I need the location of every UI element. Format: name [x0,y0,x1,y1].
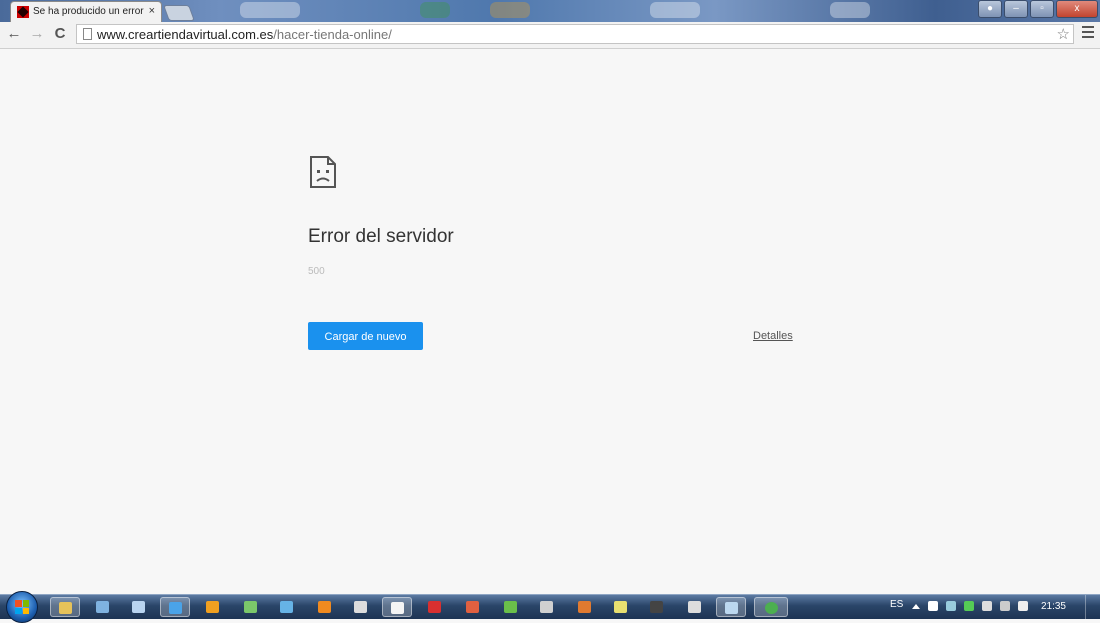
computer-icon [132,601,145,613]
tab-title: Se ha producido un error [33,6,144,17]
archive-7z-icon [688,601,701,613]
taskbar-app-button[interactable] [198,597,228,617]
taskbar-app-button[interactable] [570,597,600,617]
utorrent-icon [504,601,517,613]
url-path: /hacer-tienda-online/ [273,27,392,42]
window-app-icon [280,601,293,613]
explorer-icon [59,602,72,614]
reload-button[interactable]: Cargar de nuevo [308,322,423,350]
internet-explorer-icon [169,602,182,614]
security-icon[interactable] [964,601,974,611]
taskbar-app-button[interactable] [754,597,788,617]
sad-page-icon [310,156,336,188]
url-host: www.creartiendavirtual.com.es [97,27,274,42]
camera-app-icon [650,601,663,613]
chart-app-icon [244,601,257,613]
start-button[interactable] [6,591,38,623]
windows-logo-icon [15,600,29,614]
action-center-flag-icon[interactable] [928,601,938,611]
power-icon[interactable] [982,601,992,611]
flame-app-icon [318,601,331,613]
magnet-app-icon [466,601,479,613]
taskbar-app-button[interactable] [642,597,672,617]
taskbar-app-button[interactable] [272,597,302,617]
maximize-button[interactable]: ▫ [1030,0,1054,18]
paw-app-icon [578,601,591,613]
media-player-icon [206,601,219,613]
chrome-icon [765,602,778,614]
error-title: Error del servidor [308,226,454,247]
back-arrow-icon[interactable]: ← [5,25,23,43]
close-window-button[interactable]: x [1056,0,1098,18]
taskbar-app-button[interactable] [236,597,266,617]
taskbar-app-button[interactable] [382,597,412,617]
network-signal-icon[interactable] [1000,601,1010,611]
browser-toolbar: ← → C www.creartiendavirtual.com.es/hace… [0,22,1100,49]
bookmark-star-icon[interactable]: ☆ [1057,25,1070,43]
taskbar-app-button[interactable] [160,597,190,617]
error-page: Error del servidor 500 Cargar de nuevo D… [0,49,1100,594]
taskbar: ES 21:35 [0,591,1100,623]
taskbar-app-button[interactable] [346,597,376,617]
tab-close-icon[interactable]: × [149,5,155,17]
taskbar-app-button[interactable] [310,597,340,617]
archive-7z-icon [354,601,367,613]
calculator-icon [540,601,553,613]
forward-arrow-icon[interactable]: → [28,25,46,43]
taskbar-app-button[interactable] [606,597,636,617]
taskbar-app-button[interactable] [716,597,746,617]
window-controls: ● – ▫ x [978,0,1098,18]
title-bar: Se ha producido un error × ● – ▫ x [0,0,1100,22]
address-bar[interactable]: www.creartiendavirtual.com.es/hacer-tien… [76,24,1074,44]
user-profile-button[interactable]: ● [978,0,1002,18]
show-hidden-icons-icon[interactable] [912,604,920,609]
taskbar-app-button[interactable] [496,597,526,617]
notepad-icon [614,601,627,613]
clock[interactable]: 21:35 [1041,601,1066,612]
filezilla-icon [428,601,441,613]
taskbar-app-button[interactable] [680,597,710,617]
language-indicator[interactable]: ES [890,599,903,610]
details-link[interactable]: Detalles [753,330,793,342]
minimize-button[interactable]: – [1004,0,1028,18]
system-tray: ES 21:35 [860,595,1100,619]
window-switch-icon [725,602,738,614]
windows-update-icon[interactable] [946,601,956,611]
show-desktop-button[interactable] [1085,595,1100,619]
taskbar-app-button[interactable] [532,597,562,617]
url-text: www.creartiendavirtual.com.es/hacer-tien… [97,27,392,42]
new-tab-button[interactable] [163,5,195,21]
reload-icon[interactable]: C [51,25,69,43]
menu-hamburger-icon[interactable] [1082,26,1094,40]
document-icon [391,602,404,614]
taskbar-app-button[interactable] [124,597,154,617]
site-favicon-icon [17,6,29,18]
taskbar-app-button[interactable] [458,597,488,617]
volume-icon[interactable] [1018,601,1028,611]
taskbar-app-button[interactable] [50,597,80,617]
taskbar-app-button[interactable] [420,597,450,617]
taskbar-app-button[interactable] [88,597,118,617]
browser-tab[interactable]: Se ha producido un error × [10,1,162,22]
page-icon [83,28,92,40]
network-icon [96,601,109,613]
error-code: 500 [308,266,325,277]
